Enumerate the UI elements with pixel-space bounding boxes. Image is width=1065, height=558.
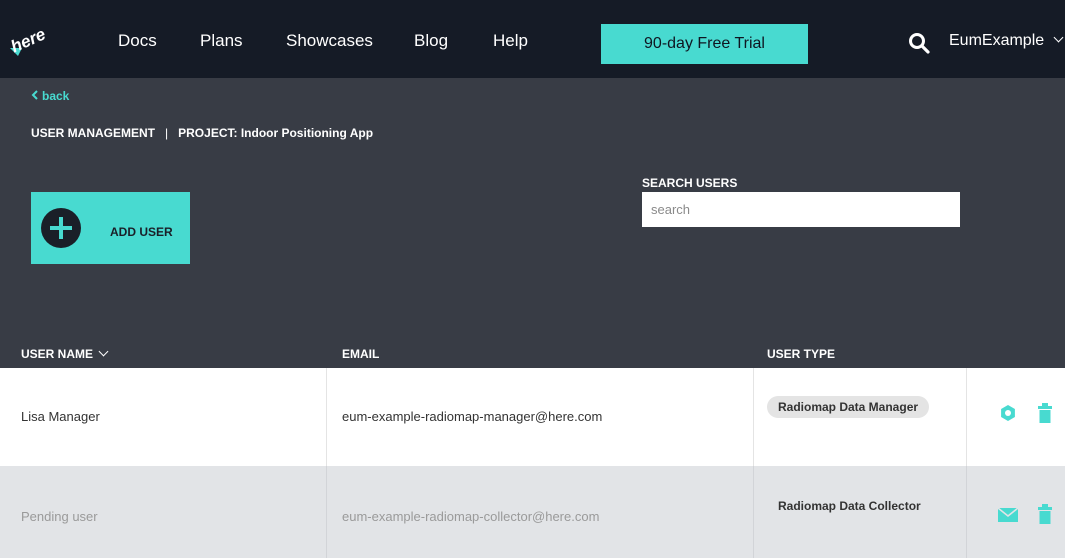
column-header-user-type[interactable]: USER TYPE: [767, 347, 835, 361]
account-menu[interactable]: EumExample: [949, 30, 1064, 52]
column-divider: [753, 466, 754, 558]
breadcrumb-separator: |: [165, 126, 169, 140]
chevron-left-icon: [31, 90, 38, 100]
add-user-label: ADD USER: [110, 225, 173, 239]
svg-text:here: here: [8, 24, 48, 56]
back-label: back: [42, 89, 70, 103]
user-type-badge: Radiomap Data Manager: [767, 396, 930, 418]
back-link[interactable]: back: [31, 88, 69, 104]
section-title: USER MANAGEMENT: [31, 126, 156, 140]
account-name: EumExample: [949, 32, 1045, 49]
column-header-email[interactable]: EMAIL: [342, 347, 379, 361]
nav-docs[interactable]: Docs: [118, 30, 157, 52]
nav-help[interactable]: Help: [493, 30, 528, 52]
sort-chevron-down-icon: [98, 346, 109, 357]
column-divider: [326, 368, 327, 466]
here-logo[interactable]: here: [8, 18, 56, 58]
free-trial-button[interactable]: 90-day Free Trial: [601, 24, 808, 64]
search-icon[interactable]: [908, 32, 930, 54]
user-name: Pending user: [21, 509, 98, 524]
user-email: eum-example-radiomap-collector@here.com: [342, 509, 600, 524]
table-row[interactable]: Lisa Manager eum-example-radiomap-manage…: [0, 368, 1065, 466]
trash-icon[interactable]: [1037, 504, 1055, 524]
plus-icon: [41, 208, 81, 248]
column-header-user-name[interactable]: USER NAME: [21, 346, 109, 361]
column-label-user-name: USER NAME: [21, 347, 94, 361]
breadcrumb: USER MANAGEMENT | PROJECT: Indoor Position…: [31, 125, 373, 141]
column-divider: [753, 368, 754, 466]
envelope-icon[interactable]: [997, 507, 1019, 522]
nav-showcases[interactable]: Showcases: [286, 30, 373, 52]
add-user-button[interactable]: ADD USER: [31, 192, 190, 264]
top-navigation-bar: here Docs Plans Showcases Blog Help 90-d…: [0, 0, 1065, 78]
user-type-label: Radiomap Data Collector: [778, 499, 921, 513]
search-input[interactable]: [642, 192, 960, 227]
trash-icon[interactable]: [1037, 403, 1055, 423]
user-name: Lisa Manager: [21, 409, 100, 424]
nav-plans[interactable]: Plans: [200, 30, 243, 52]
nav-blog[interactable]: Blog: [414, 30, 448, 52]
gear-icon[interactable]: [999, 404, 1017, 422]
user-email: eum-example-radiomap-manager@here.com: [342, 409, 603, 424]
table-row[interactable]: Pending user eum-example-radiomap-collec…: [0, 466, 1065, 558]
chevron-down-icon: [1053, 32, 1064, 43]
column-divider: [326, 466, 327, 558]
project-label: PROJECT: Indoor Positioning App: [178, 126, 374, 140]
column-divider: [966, 368, 967, 466]
search-users-label: SEARCH USERS: [642, 176, 738, 190]
column-divider: [966, 466, 967, 558]
